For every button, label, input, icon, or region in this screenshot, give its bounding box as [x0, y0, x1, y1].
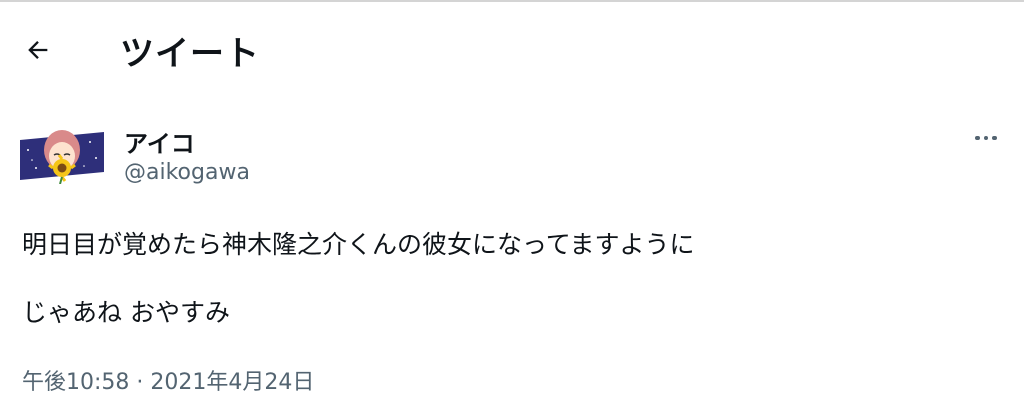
- user-handle[interactable]: @aikogawa: [124, 160, 250, 185]
- page-title: ツイート: [120, 34, 260, 74]
- avatar-image: [20, 130, 104, 185]
- back-button[interactable]: [16, 28, 60, 72]
- display-name[interactable]: アイコ: [124, 124, 195, 159]
- arrow-left-icon: [28, 41, 48, 59]
- tweet-timestamp[interactable]: 午後10:58 · 2021年4月24日: [22, 364, 314, 396]
- tweet-text-line: 明日目が覚めたら神木隆之介くんの彼女になってますように: [22, 230, 695, 259]
- more-horizontal-icon: [975, 135, 997, 141]
- avatar[interactable]: [20, 128, 104, 185]
- more-options-button[interactable]: [964, 126, 1008, 150]
- header: ツイート: [0, 2, 1024, 90]
- tweet-text-line: じゃあね おやすみ: [22, 298, 230, 327]
